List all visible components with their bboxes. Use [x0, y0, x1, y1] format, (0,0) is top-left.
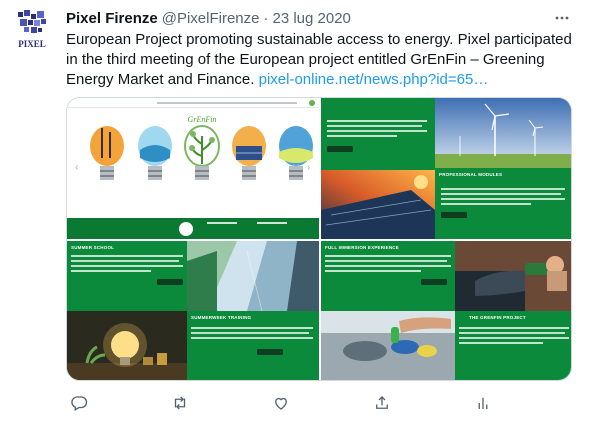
grenfin-project-heading: THE GRENFIN PROJECT: [469, 315, 526, 320]
module-heading: PROFESSIONAL MODULES: [439, 172, 503, 177]
media-image-1[interactable]: GrEnFin ‹ ›: [67, 98, 319, 239]
tweet-link[interactable]: pixel-online.net/news.php?id=65…: [259, 71, 489, 88]
pixel-logo-icon: PIXEL: [18, 10, 46, 49]
ev-charging-photo: [455, 241, 571, 311]
summer-school-heading: SUMMER SCHOOL: [71, 245, 115, 250]
lightbulbs-illustration: GrEnFin ‹ ›: [75, 115, 313, 180]
media-image-4[interactable]: FULL IMMERSION EXPERIENCE THE GRENFIN PR…: [321, 241, 571, 380]
analytics-button[interactable]: [470, 390, 496, 416]
nav-links: [157, 102, 297, 104]
svg-text:‹: ‹: [75, 162, 78, 173]
more-options-button[interactable]: [552, 8, 572, 28]
media-image-3[interactable]: SUMMER SCHOOL SUMMERWEEK TRAINING: [67, 241, 319, 380]
retweet-button[interactable]: [167, 390, 193, 416]
recycling-photo: [321, 311, 455, 380]
tweet-date[interactable]: 23 lug 2020: [272, 10, 350, 27]
svg-text:›: ›: [307, 162, 310, 173]
media-image-2[interactable]: PROFESSIONAL MODULES: [321, 98, 571, 239]
avatar-text: PIXEL: [18, 39, 46, 49]
grenfin-badge-icon: [179, 222, 193, 236]
account-handle[interactable]: @PixelFirenze: [162, 10, 260, 27]
reply-icon: [71, 396, 88, 411]
more-icon: [555, 16, 569, 20]
tweet-header: Pixel Firenze @PixelFirenze · 23 lug 202…: [66, 8, 351, 28]
nav-logo-icon: [309, 100, 315, 106]
like-button[interactable]: [268, 390, 294, 416]
account-name[interactable]: Pixel Firenze: [66, 10, 158, 27]
buildings-photo: [187, 241, 319, 311]
tweet-text: European Project promoting sustainable a…: [66, 30, 572, 90]
analytics-icon: [478, 397, 488, 409]
tweet-media[interactable]: GrEnFin ‹ › PROFESSIONAL MODULES SUMMER …: [66, 97, 572, 381]
tweet[interactable]: PIXEL Pixel Firenze @PixelFirenze · 23 l…: [0, 0, 590, 424]
share-button[interactable]: [369, 390, 395, 416]
bulb-coins-photo: [67, 311, 187, 380]
wind-turbines-photo: [435, 98, 571, 168]
reply-button[interactable]: [66, 390, 92, 416]
avatar[interactable]: PIXEL: [8, 6, 56, 54]
retweet-icon: [174, 396, 186, 410]
share-icon: [376, 396, 388, 409]
tweet-actions: [66, 390, 496, 416]
solar-panels-photo: [321, 170, 435, 239]
like-icon: [275, 397, 287, 410]
grenfin-logo-text: GrEnFin: [188, 115, 217, 124]
full-immersion-heading: FULL IMMERSION EXPERIENCE: [325, 245, 399, 250]
separator-dot: ·: [263, 9, 269, 27]
summerweek-heading: SUMMERWEEK TRAINING: [191, 315, 252, 320]
